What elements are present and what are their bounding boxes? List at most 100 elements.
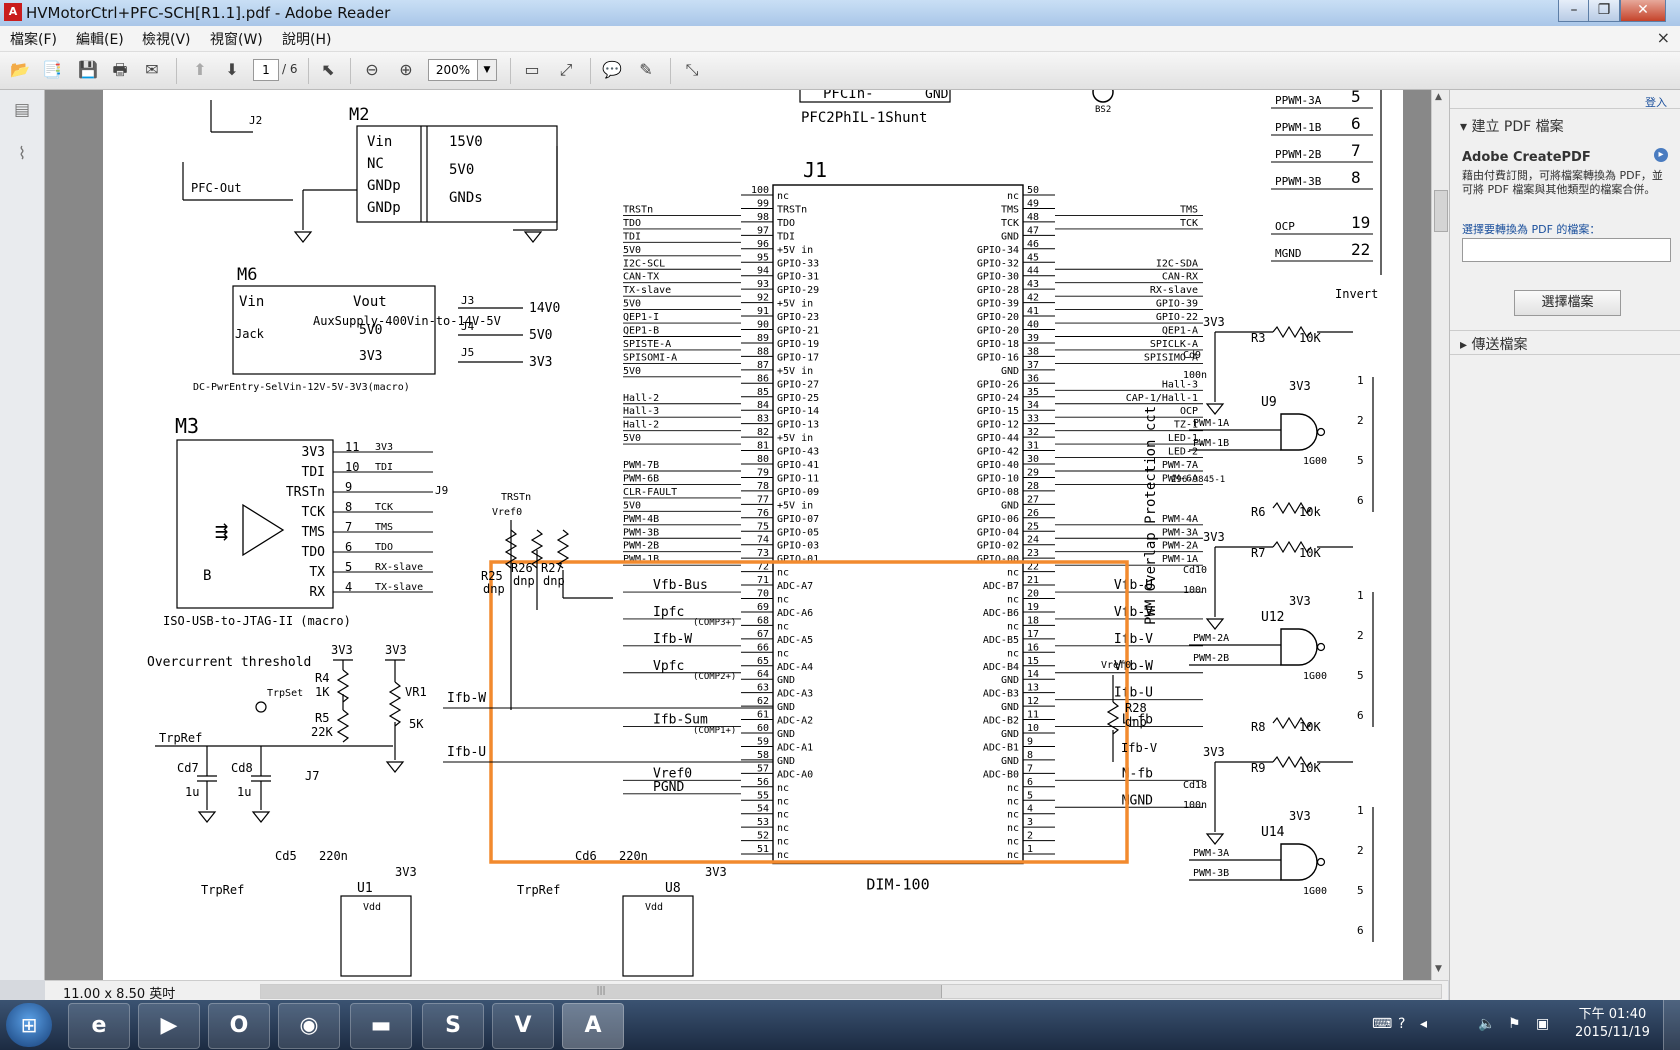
- menu-view[interactable]: 檢視(V): [142, 29, 191, 49]
- scroll-down-icon[interactable]: ▼: [1435, 964, 1442, 974]
- j1-right-pin-signal: GPIO-28: [977, 285, 1019, 296]
- file-field[interactable]: [1462, 238, 1671, 262]
- skype-icon[interactable]: S: [422, 1003, 484, 1049]
- flag-icon[interactable]: ⚑: [1508, 1016, 1521, 1032]
- vim-icon[interactable]: V: [492, 1003, 554, 1049]
- fit-width-icon[interactable]: ⤢: [554, 59, 578, 81]
- print-icon[interactable]: 🖶: [108, 59, 132, 81]
- page-total: / 6: [282, 62, 298, 76]
- fit-page-icon[interactable]: ▭: [520, 59, 544, 81]
- gate-out-pin-number: 1: [1357, 589, 1364, 602]
- attachments-icon[interactable]: ⌇: [12, 144, 32, 164]
- j1-right-pin-signal: GPIO-06: [977, 514, 1019, 525]
- pfc-shunt-label: PFC2PhIL-1Shunt: [801, 110, 927, 126]
- zoom-out-icon[interactable]: ⊖: [360, 59, 384, 81]
- j1-right-net-label: PWM-4A: [1162, 514, 1198, 525]
- volume-icon[interactable]: 🔈: [1478, 1016, 1495, 1032]
- chrome-icon[interactable]: ◉: [278, 1003, 340, 1049]
- j1-left-pin-number: 64: [757, 669, 769, 680]
- gate-cap-label: Cd10: [1183, 565, 1207, 576]
- close-button[interactable]: ✕: [1620, 0, 1666, 22]
- start-button[interactable]: ⊞: [6, 1003, 52, 1047]
- j1-left-pin-signal: ADC-A5: [777, 635, 813, 646]
- page-number-input[interactable]: 1: [253, 59, 279, 81]
- gate-r-bot-value: 10K: [1299, 720, 1321, 734]
- media-player-icon[interactable]: ▶: [138, 1003, 200, 1049]
- keyboard-icon[interactable]: ⌨: [1372, 1016, 1392, 1032]
- j1-right-pin-signal: GPIO-24: [977, 393, 1019, 404]
- j1-left-net-label: PWM-3B: [623, 527, 659, 538]
- menu-file[interactable]: 檔案(F): [10, 29, 57, 49]
- adobe-reader-taskbar-icon[interactable]: A: [562, 1003, 624, 1049]
- select-file-button[interactable]: 選擇檔案: [1514, 290, 1621, 316]
- horizontal-scrollbar[interactable]: |||: [260, 984, 1442, 999]
- create-pdf-icon[interactable]: 📂: [8, 59, 32, 81]
- j1-right-pin-number: 11: [1027, 710, 1039, 721]
- gate-out-pin-number: 1: [1357, 804, 1364, 817]
- cap-ground: [251, 811, 271, 823]
- comment-icon[interactable]: 💬: [600, 59, 624, 81]
- j1-right-pin-number: 17: [1027, 629, 1039, 640]
- j1-left-pin-number: 68: [757, 615, 769, 626]
- j1-right-pin-number: 33: [1027, 414, 1039, 425]
- j1-left-pin-signal: nc: [777, 191, 789, 202]
- document-view[interactable]: J1 DIM-100 100 nc 99 TRSTn TRSTn 98 TDO TDO 97 TDI T…: [45, 90, 1431, 980]
- j1-right-pin-signal: GPIO-04: [977, 527, 1019, 538]
- clock[interactable]: 下午 01:40 2015/11/19: [1575, 1006, 1650, 1042]
- j1-right-pin-number: 24: [1027, 535, 1039, 546]
- hscroll-thumb[interactable]: |||: [261, 985, 942, 998]
- help-icon[interactable]: ?: [1398, 1016, 1405, 1032]
- prev-page-icon[interactable]: ⬆: [188, 59, 212, 81]
- pwm-right-net-label: PPWM-3A: [1275, 94, 1322, 107]
- explorer-folder-icon[interactable]: ▬: [350, 1003, 412, 1049]
- network-icon[interactable]: ▣: [1536, 1016, 1549, 1032]
- gate-out-pin-number: 6: [1357, 709, 1364, 722]
- open-icon[interactable]: 📑: [40, 59, 64, 81]
- zoom-input[interactable]: 200%: [428, 59, 478, 81]
- show-desktop-button[interactable]: [1663, 1000, 1680, 1050]
- j1-right-pin-signal: GPIO-15: [977, 406, 1019, 417]
- page-thumbnails-icon[interactable]: ▤: [12, 100, 32, 120]
- j1-left-pin-number: 86: [757, 373, 769, 384]
- highlight-icon[interactable]: ✎: [634, 59, 658, 81]
- u8-label: U8: [665, 881, 681, 896]
- close-document-icon[interactable]: ×: [1657, 28, 1670, 47]
- read-mode-icon[interactable]: ⤡: [680, 59, 704, 81]
- create-pdf-header[interactable]: ▾ 建立 PDF 檔案: [1460, 116, 1564, 136]
- select-tool-icon[interactable]: ⬉: [316, 59, 340, 81]
- maximize-button[interactable]: ❐: [1588, 0, 1620, 22]
- gate-input-a: PWM-3A: [1193, 848, 1229, 859]
- vertical-scrollbar[interactable]: ▲ ▼: [1431, 90, 1449, 980]
- j1-right-net-label: CAN-RX: [1162, 272, 1198, 283]
- j1-right-pin-number: 21: [1027, 575, 1039, 586]
- j1-left-pin-signal: GPIO-11: [777, 473, 819, 484]
- j1-left-pin-signal: GPIO-41: [777, 460, 819, 471]
- outlook-icon[interactable]: O: [208, 1003, 270, 1049]
- next-page-icon[interactable]: ⬇: [220, 59, 244, 81]
- j1-right-pin-number: 36: [1027, 373, 1039, 384]
- j1-left-pin-signal: GPIO-23: [777, 312, 819, 323]
- j1-right-pin-signal: nc: [1007, 595, 1019, 606]
- j1-right-pin-signal: GPIO-32: [977, 258, 1019, 269]
- scroll-thumb[interactable]: [1434, 190, 1448, 232]
- zoom-dropdown-icon[interactable]: ▼: [478, 59, 497, 81]
- send-files-header[interactable]: ▸ 傳送檔案: [1460, 334, 1527, 354]
- j1-right-net-label: PWM-3A: [1162, 527, 1198, 538]
- trpset-testpoint-icon: [255, 701, 267, 713]
- scroll-up-icon[interactable]: ▲: [1435, 92, 1442, 102]
- tray-arrow-icon[interactable]: ◂: [1420, 1016, 1427, 1032]
- minimize-button[interactable]: –: [1558, 0, 1590, 22]
- menu-help[interactable]: 說明(H): [282, 29, 331, 49]
- menu-edit[interactable]: 編輯(E): [76, 29, 124, 49]
- createpdf-info-icon[interactable]: ▸: [1654, 148, 1668, 162]
- menu-window[interactable]: 視窗(W): [210, 29, 263, 49]
- j1-left-pin-signal: nc: [777, 850, 789, 861]
- gate-pn-label: 296-9845-1: [1171, 475, 1225, 485]
- j1-right-pin-signal: nc: [1007, 837, 1019, 848]
- j1-right-net-label: QEP1-A: [1162, 326, 1198, 337]
- email-icon[interactable]: ✉: [140, 59, 164, 81]
- j1-left-net-label: TX-slave: [623, 285, 671, 296]
- save-icon[interactable]: 💾: [76, 59, 100, 81]
- zoom-in-icon[interactable]: ⊕: [394, 59, 418, 81]
- ie-icon[interactable]: e: [68, 1003, 130, 1049]
